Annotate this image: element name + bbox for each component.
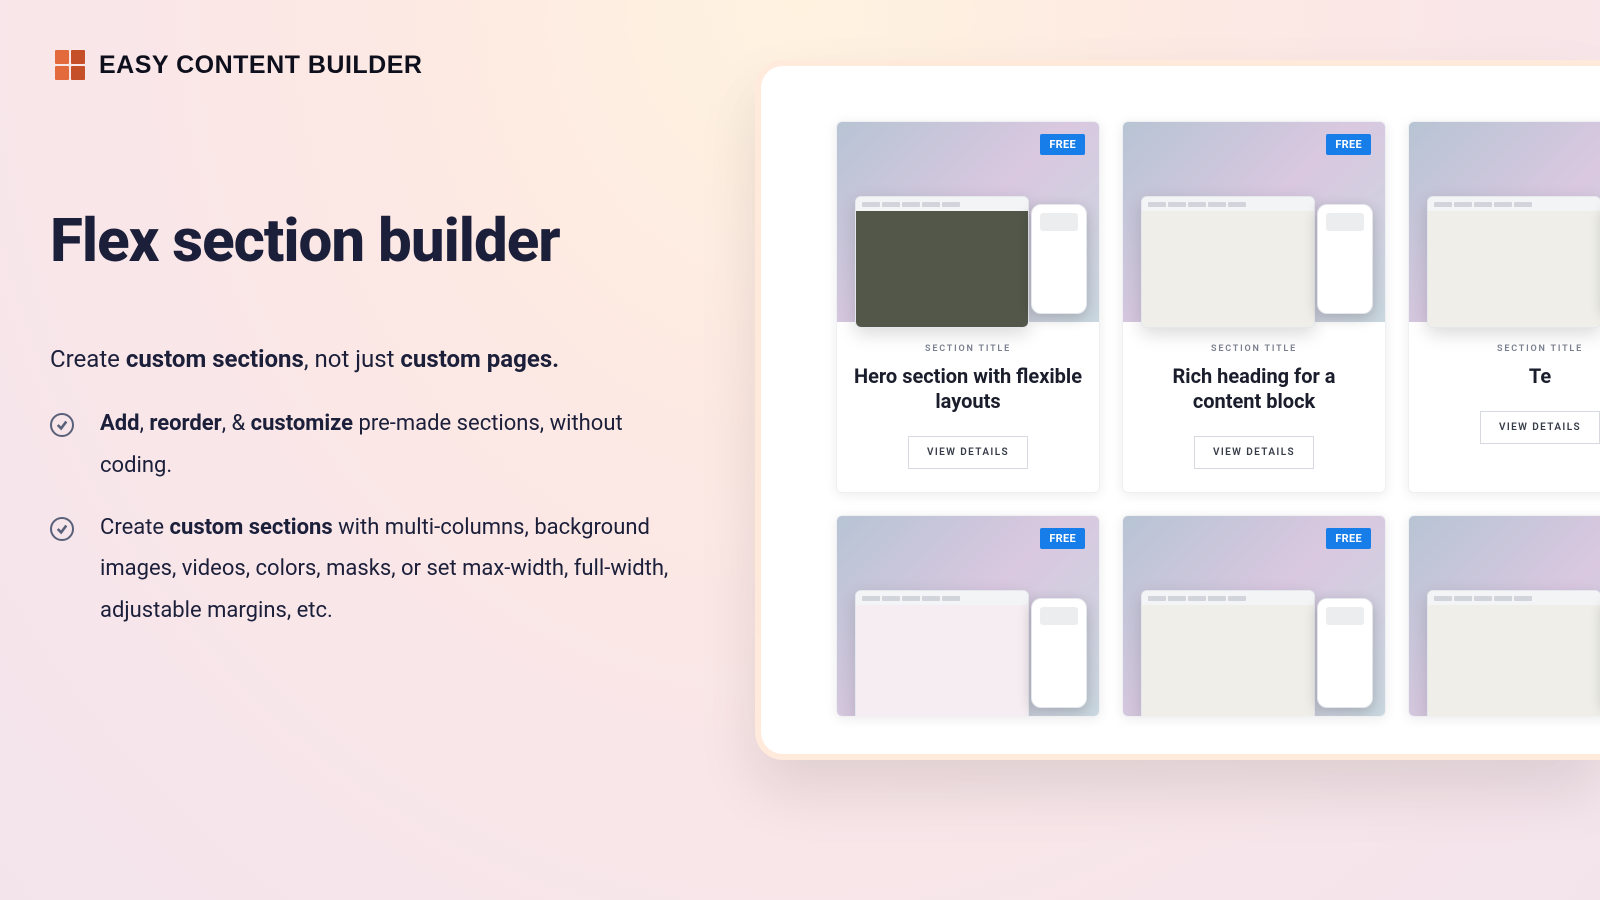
section-card[interactable]: FREE [836,515,1100,717]
card-title: Te [1423,364,1600,389]
showcase-panel: FREE SECTION TITLE Hero section with flexi… [755,60,1600,760]
section-card[interactable]: FREE [1408,515,1600,717]
view-details-button[interactable]: VIEW DETAILS [1194,436,1314,469]
free-badge: FREE [1040,528,1085,549]
view-details-button[interactable]: VIEW DETAILS [908,436,1028,469]
copy-block: Flex section builder Create custom secti… [50,205,690,652]
check-icon [50,413,74,437]
view-details-button[interactable]: VIEW DETAILS [1480,411,1600,444]
card-thumb: FREE [837,122,1099,322]
subheadline: Create custom sections, not just custom … [50,341,690,377]
card-thumb: FREE [837,516,1099,716]
card-title: Hero section with flexible layouts [851,364,1085,414]
card-thumb: FREE [1409,516,1600,716]
free-badge: FREE [1040,134,1085,155]
free-badge: FREE [1326,134,1371,155]
section-card[interactable]: FREE [1122,515,1386,717]
card-thumb: FREE [1123,516,1385,716]
brand: EASY CONTENT BUILDER [55,50,422,80]
page-headline: Flex section builder [50,205,690,276]
section-card[interactable]: FREE SECTION TITLE Hero section with flexi… [836,121,1100,493]
free-badge: FREE [1326,528,1371,549]
card-thumb: FREE [1409,122,1600,322]
brand-logo-icon [55,50,85,80]
section-card[interactable]: FREE SECTION TITLE Rich heading for a cont… [1122,121,1386,493]
section-card[interactable]: FREE SECTION TITLE Te VIEW DETAILS [1408,121,1600,493]
card-thumb: FREE [1123,122,1385,322]
check-icon [50,517,74,541]
card-kicker: SECTION TITLE [1137,344,1371,354]
card-kicker: SECTION TITLE [1423,344,1600,354]
card-kicker: SECTION TITLE [851,344,1085,354]
brand-name: EASY CONTENT BUILDER [99,51,422,80]
feature-list: Add, reorder, & customize pre-made secti… [50,403,690,632]
feature-item: Add, reorder, & customize pre-made secti… [50,403,690,487]
feature-item: Create custom sections with multi-column… [50,507,690,632]
card-title: Rich heading for a content block [1137,364,1371,414]
